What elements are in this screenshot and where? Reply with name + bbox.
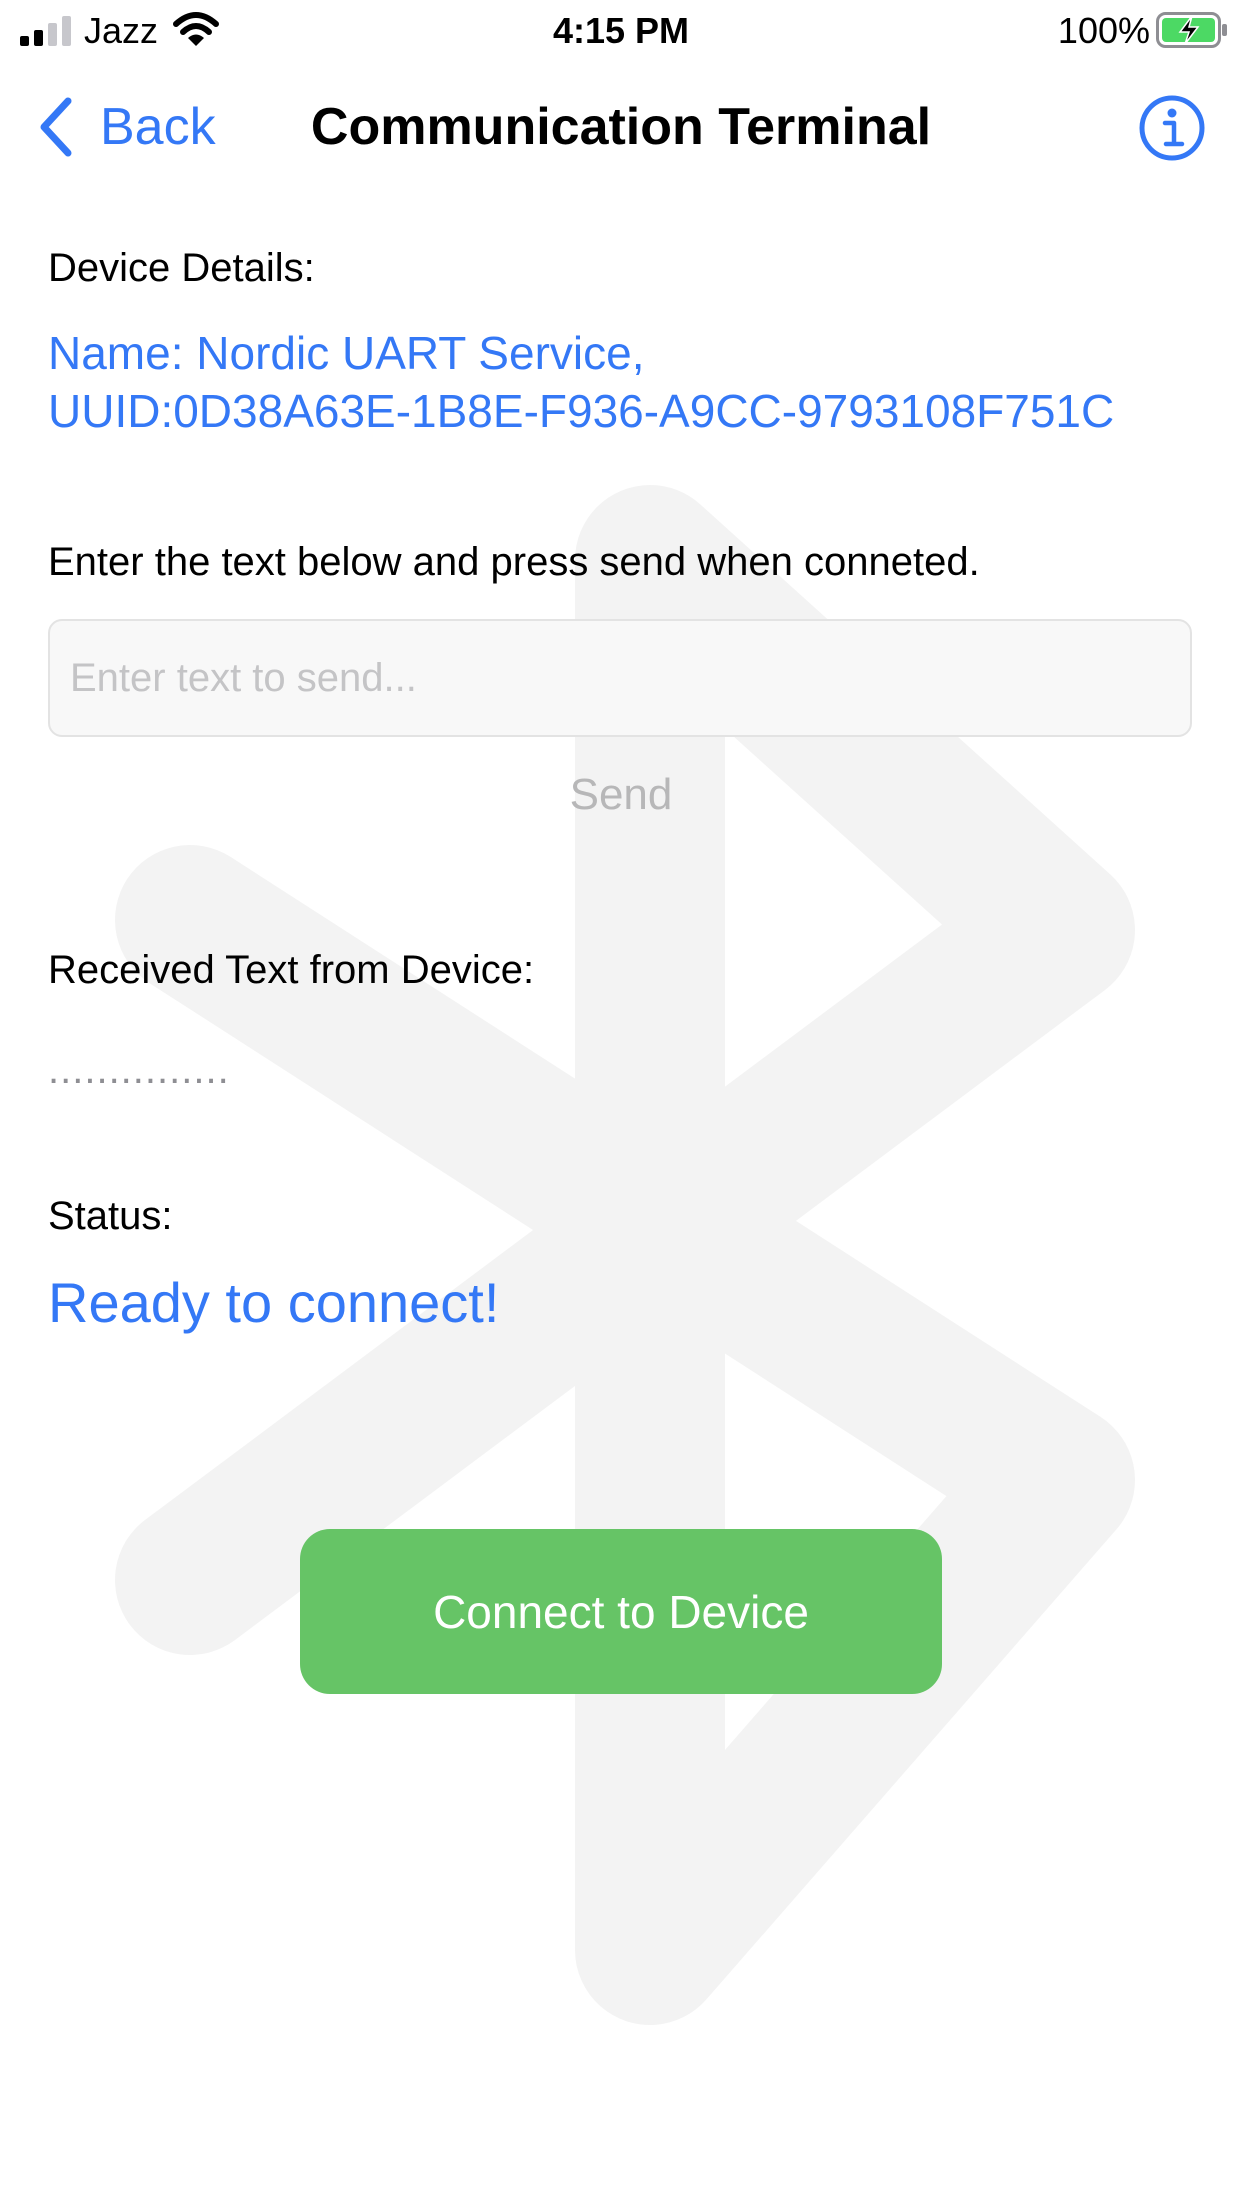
status-bar: Jazz 4:15 PM 100% — [0, 0, 1242, 62]
send-instructions: Enter the text below and press send when… — [48, 540, 980, 584]
send-text-input[interactable] — [48, 619, 1192, 737]
device-uuid: UUID:0D38A63E-1B8E-F936-A9CC-9793108F751… — [48, 385, 1115, 437]
device-name: Name: Nordic UART Service, — [48, 327, 645, 379]
device-details-label: Device Details: — [48, 246, 315, 290]
received-text-value: ............... — [48, 1048, 230, 1092]
received-text-label: Received Text from Device: — [48, 948, 535, 992]
page-title: Communication Terminal — [310, 98, 932, 156]
status-label: Status: — [48, 1194, 173, 1238]
battery-charging-icon — [1156, 12, 1227, 48]
battery-percentage: 100% — [1057, 10, 1150, 51]
device-info: Name: Nordic UART Service, UUID:0D38A63E… — [48, 324, 1114, 440]
navigation-bar: Back Communication Terminal — [0, 62, 1242, 192]
clock-time: 4:15 PM — [552, 10, 690, 51]
send-button[interactable]: Send — [0, 770, 1242, 820]
connect-to-device-button[interactable]: Connect to Device — [300, 1529, 942, 1694]
info-icon[interactable] — [1138, 94, 1206, 162]
status-value: Ready to connect! — [48, 1271, 500, 1334]
